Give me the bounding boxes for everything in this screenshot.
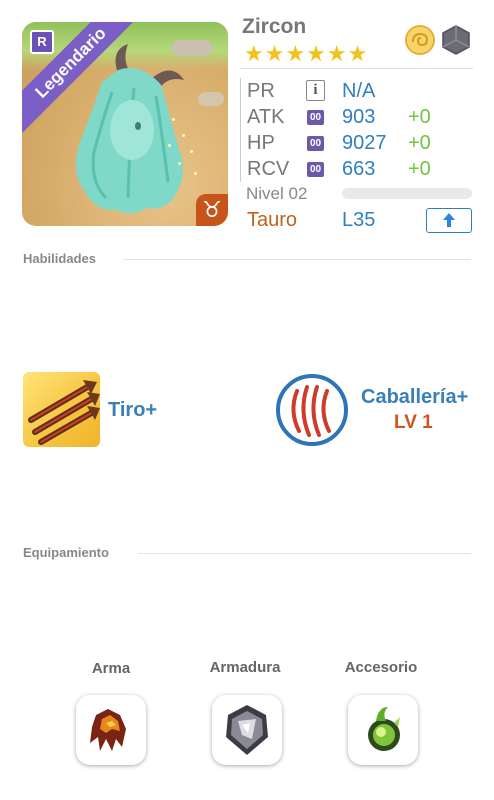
claw-gauntlet-icon bbox=[90, 709, 126, 751]
section-title-equipment: Equipamiento bbox=[23, 545, 109, 560]
hero-name: Zircon bbox=[242, 15, 307, 38]
skill-name-1: Tiro+ bbox=[108, 399, 158, 421]
sparkle bbox=[190, 150, 193, 153]
level-up-button[interactable] bbox=[426, 208, 472, 233]
sparkle bbox=[178, 162, 181, 165]
stat-badge-atk: 00 bbox=[307, 110, 324, 125]
equip-slot-accessory[interactable] bbox=[348, 695, 418, 765]
rarity-r-badge: R bbox=[30, 30, 54, 54]
hero-portrait[interactable]: Legendario R ♉ bbox=[22, 22, 228, 226]
stat-bonus-hp: +0 bbox=[408, 132, 431, 154]
skill-level-2: LV 1 bbox=[394, 412, 433, 433]
stat-bonus-atk: +0 bbox=[408, 106, 431, 128]
skill-icon-arrows[interactable] bbox=[23, 372, 100, 447]
rock-icon bbox=[442, 25, 470, 55]
armor-plate-icon bbox=[226, 705, 268, 755]
section-divider bbox=[138, 553, 471, 554]
stat-label-pr: PR bbox=[247, 80, 275, 102]
stat-badge-hp: 00 bbox=[307, 136, 324, 151]
level-cap: L35 bbox=[342, 209, 376, 231]
level-label: Nivel 02 bbox=[246, 184, 308, 203]
star-rating: ★★★★★★ bbox=[244, 41, 369, 66]
sparkle bbox=[168, 144, 171, 147]
arrow-up-icon bbox=[443, 213, 455, 227]
green-orb-icon bbox=[368, 707, 400, 751]
equip-label-weapon: Arma bbox=[91, 660, 131, 677]
stat-label-hp: HP bbox=[247, 132, 275, 154]
level-progress-bar bbox=[342, 188, 472, 199]
sparkle bbox=[194, 172, 197, 175]
claw-marks-icon[interactable] bbox=[275, 373, 349, 447]
stats-divider bbox=[240, 78, 241, 182]
sparkle bbox=[182, 134, 185, 137]
stat-value-atk: 903 bbox=[342, 106, 376, 128]
stat-bonus-rcv: +0 bbox=[408, 158, 431, 180]
stat-label-atk: ATK bbox=[247, 106, 285, 128]
light-orb-icon bbox=[405, 25, 435, 55]
divider bbox=[240, 68, 473, 69]
taurus-icon: ♉ bbox=[196, 194, 228, 226]
pr-info-icon[interactable]: i bbox=[306, 80, 325, 101]
sparkle bbox=[172, 118, 175, 121]
section-title-skills: Habilidades bbox=[23, 251, 96, 266]
stat-badge-rcv: 00 bbox=[307, 162, 324, 177]
equip-label-accessory: Accesorio bbox=[344, 659, 418, 676]
equip-slot-weapon[interactable] bbox=[76, 695, 146, 765]
arrows-icon bbox=[28, 380, 100, 445]
stat-value-pr: N/A bbox=[342, 80, 376, 102]
stat-label-rcv: RCV bbox=[247, 158, 290, 180]
zodiac-sign-label: Tauro bbox=[247, 209, 298, 231]
section-divider bbox=[123, 259, 471, 260]
stat-value-rcv: 663 bbox=[342, 158, 376, 180]
skill-name-2: Caballería+ bbox=[361, 386, 469, 408]
equip-slot-armor[interactable] bbox=[212, 695, 282, 765]
equip-label-armor: Armadura bbox=[209, 659, 281, 676]
stat-value-hp: 9027 bbox=[342, 132, 387, 154]
